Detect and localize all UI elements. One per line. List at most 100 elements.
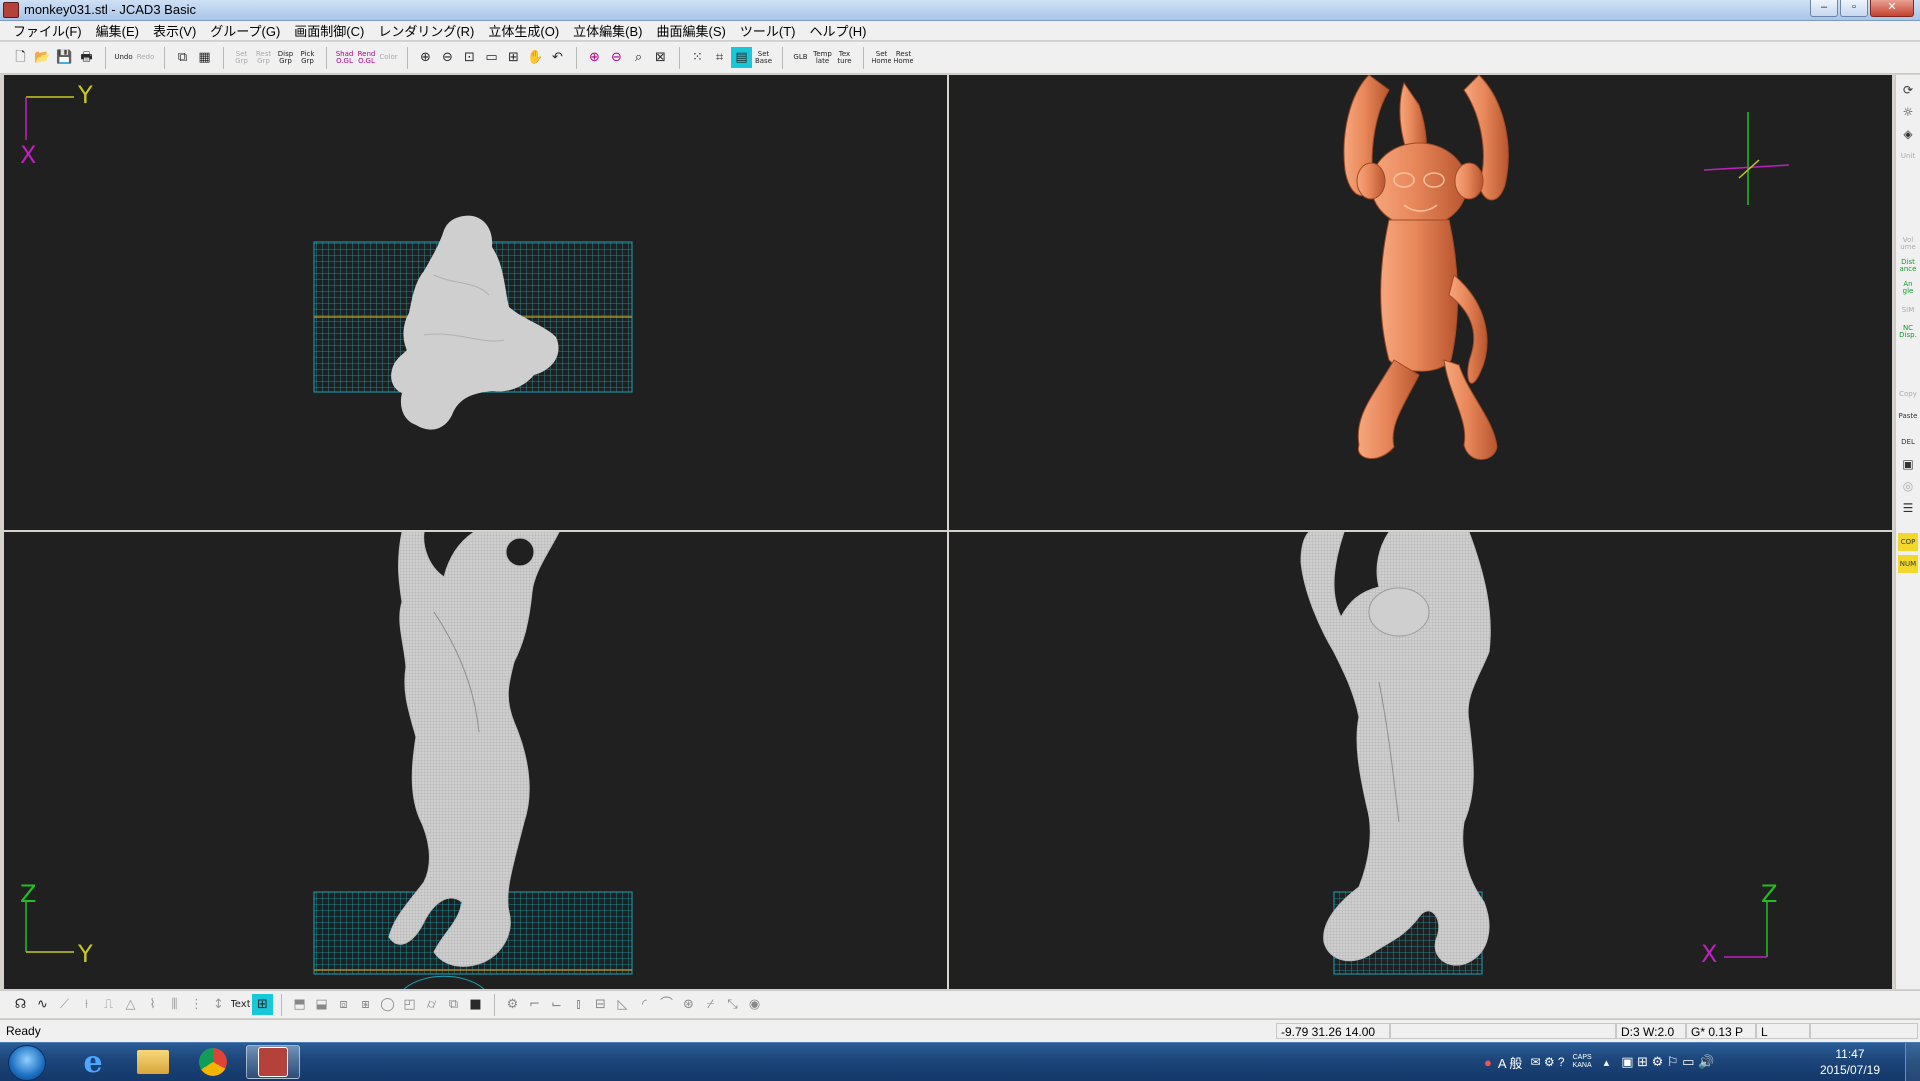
triangle-icon[interactable]: △ [120, 994, 141, 1015]
split-icon[interactable]: ⫾ [568, 994, 589, 1015]
file-explorer-icon[interactable] [126, 1045, 180, 1079]
fillet-icon[interactable]: ◜ [634, 994, 655, 1015]
viewport-side[interactable]: Z Y [4, 532, 947, 989]
sim-button[interactable]: SIM [1898, 301, 1918, 319]
wave-icon[interactable]: ∿ [32, 994, 53, 1015]
fit-view-icon[interactable]: ▭ [481, 47, 502, 68]
stair-icon[interactable]: ⌐ [524, 994, 545, 1015]
list-icon[interactable]: ☰ [1898, 499, 1918, 517]
sphere-icon[interactable]: ◯ [377, 994, 398, 1015]
target-icon[interactable]: ◉ [744, 994, 765, 1015]
start-button[interactable] [8, 1045, 46, 1081]
copy-button[interactable]: Copy [1898, 385, 1918, 403]
alert-icon[interactable]: ● [1484, 1055, 1492, 1070]
menu-file[interactable]: ファイル(F) [6, 21, 89, 40]
grid-active-icon[interactable]: ▤ [731, 47, 752, 68]
zoom-out-icon[interactable]: ⊖ [437, 47, 458, 68]
ime-tools-icon[interactable]: ✉ ⚙ ? [1530, 1055, 1564, 1069]
eye-icon[interactable]: ◈ [1898, 125, 1918, 143]
save-icon[interactable]: 💾 [54, 47, 75, 68]
set-home-button[interactable]: Set Home [871, 47, 892, 68]
clock[interactable]: 11:47 2015/07/19 [1820, 1046, 1880, 1078]
menu-help[interactable]: ヘルプ(H) [802, 21, 873, 40]
grid-dots-icon[interactable]: ⁙ [687, 47, 708, 68]
layer-icon[interactable]: ◎ [1898, 477, 1918, 495]
distance-button[interactable]: Dist ance [1898, 257, 1918, 275]
curve-select-icon[interactable]: ☊ [10, 994, 31, 1015]
mirror-icon[interactable]: ⎍ [98, 994, 119, 1015]
template-button[interactable]: Temp late [812, 47, 833, 68]
viewport-front[interactable]: Z X [949, 532, 1892, 989]
dimension-icon[interactable]: ↕ [208, 994, 229, 1015]
set-group-button[interactable]: Set Grp [231, 47, 252, 68]
maximize-button[interactable]: ▫ [1840, 0, 1868, 17]
shade-opengl-button[interactable]: Shad O.GL [334, 47, 355, 68]
menu-edit[interactable]: 編集(E) [89, 21, 146, 40]
zoom-all-icon[interactable]: ⊞ [503, 47, 524, 68]
back-view-icon[interactable]: ↶ [547, 47, 568, 68]
properties-icon[interactable]: ▣ [1898, 455, 1918, 473]
cylinder-icon[interactable]: ⌭ [421, 994, 442, 1015]
array-icon[interactable]: ⋮ [186, 994, 207, 1015]
print-icon[interactable]: 🖶 [76, 47, 97, 68]
pan-hand-icon[interactable]: ✋ [525, 47, 546, 68]
tray-icons[interactable]: ▣ ⊞ ⚙ ⚐ ▭ 🔊 [1621, 1054, 1714, 1070]
sweep-icon[interactable]: ⧈ [333, 994, 354, 1015]
rotate-icon[interactable]: ⟳ [1898, 81, 1918, 99]
nc-display-button[interactable]: NC Disp. [1898, 323, 1918, 341]
app-icon[interactable] [3, 2, 19, 18]
solid-icon[interactable]: ■ [465, 994, 486, 1015]
menu-rendering[interactable]: レンダリング(R) [371, 21, 481, 40]
gear-icon[interactable]: ⚙ [502, 994, 523, 1015]
revolve-icon[interactable]: ⬓ [311, 994, 332, 1015]
delete-button[interactable]: DEL [1898, 433, 1918, 451]
disp-group-button[interactable]: Disp Grp [275, 47, 296, 68]
tray-arrow-icon[interactable]: ▴ [1604, 1056, 1610, 1069]
text-button[interactable]: Text [230, 994, 251, 1015]
internet-explorer-icon[interactable]: e [66, 1045, 120, 1080]
zoom-in-icon[interactable]: ⊕ [415, 47, 436, 68]
show-desktop-button[interactable] [1905, 1043, 1920, 1081]
step-icon[interactable]: ⌙ [546, 994, 567, 1015]
menu-tools[interactable]: ツール(T) [733, 21, 803, 40]
box-icon[interactable]: ◰ [399, 994, 420, 1015]
chrome-icon[interactable] [186, 1045, 240, 1079]
spline-icon[interactable]: ⟊ [76, 994, 97, 1015]
chamfer-icon[interactable]: ◺ [612, 994, 633, 1015]
texture-button[interactable]: Tex ture [834, 47, 855, 68]
set-base-button[interactable]: Set Base [753, 47, 774, 68]
color-button[interactable]: Color [378, 47, 399, 68]
menu-view[interactable]: 表示(V) [146, 21, 203, 40]
minimize-button[interactable]: – [1810, 0, 1838, 17]
menu-surface-edit[interactable]: 曲面編集(S) [650, 21, 733, 40]
rest-group-button[interactable]: Rest Grp [253, 47, 274, 68]
paste-button[interactable]: Paste [1898, 407, 1918, 425]
cop-button[interactable]: COP [1898, 533, 1918, 551]
shell-icon[interactable]: ⊛ [678, 994, 699, 1015]
new-file-icon[interactable]: 🗋 [10, 47, 31, 68]
hatch-icon[interactable]: ⫼ [164, 994, 185, 1015]
viewport-top[interactable]: Y X [4, 75, 947, 530]
menu-group[interactable]: グループ(G) [203, 21, 287, 40]
menu-solid-edit[interactable]: 立体編集(B) [566, 21, 649, 40]
num-button[interactable]: NUM [1898, 555, 1918, 573]
magnify-plus-icon[interactable]: ⊕ [584, 47, 605, 68]
unit-icon[interactable]: Unit [1898, 147, 1918, 165]
undo-button[interactable]: Undo [113, 47, 134, 68]
scale-icon[interactable]: ⤡ [722, 994, 743, 1015]
polyline-icon[interactable]: ⟋ [54, 994, 75, 1015]
render-opengl-button[interactable]: Rend O.GL [356, 47, 377, 68]
pick-group-button[interactable]: Pick Grp [297, 47, 318, 68]
redo-button[interactable]: Redo [135, 47, 156, 68]
grid-lines-icon[interactable]: ⌗ [709, 47, 730, 68]
magnify-select-icon[interactable]: ⌕ [628, 47, 649, 68]
viewport-perspective[interactable] [949, 75, 1892, 530]
pattern-icon[interactable]: ⊞ [252, 994, 273, 1015]
cut-icon[interactable]: ⌿ [700, 994, 721, 1015]
extrude-icon[interactable]: ⬒ [289, 994, 310, 1015]
offset-icon[interactable]: ⌇ [142, 994, 163, 1015]
open-folder-icon[interactable]: 📂 [32, 47, 53, 68]
magnify-minus-icon[interactable]: ⊖ [606, 47, 627, 68]
close-button[interactable]: ✕ [1870, 0, 1914, 17]
ime-indicator[interactable]: A 般 [1498, 1053, 1523, 1072]
